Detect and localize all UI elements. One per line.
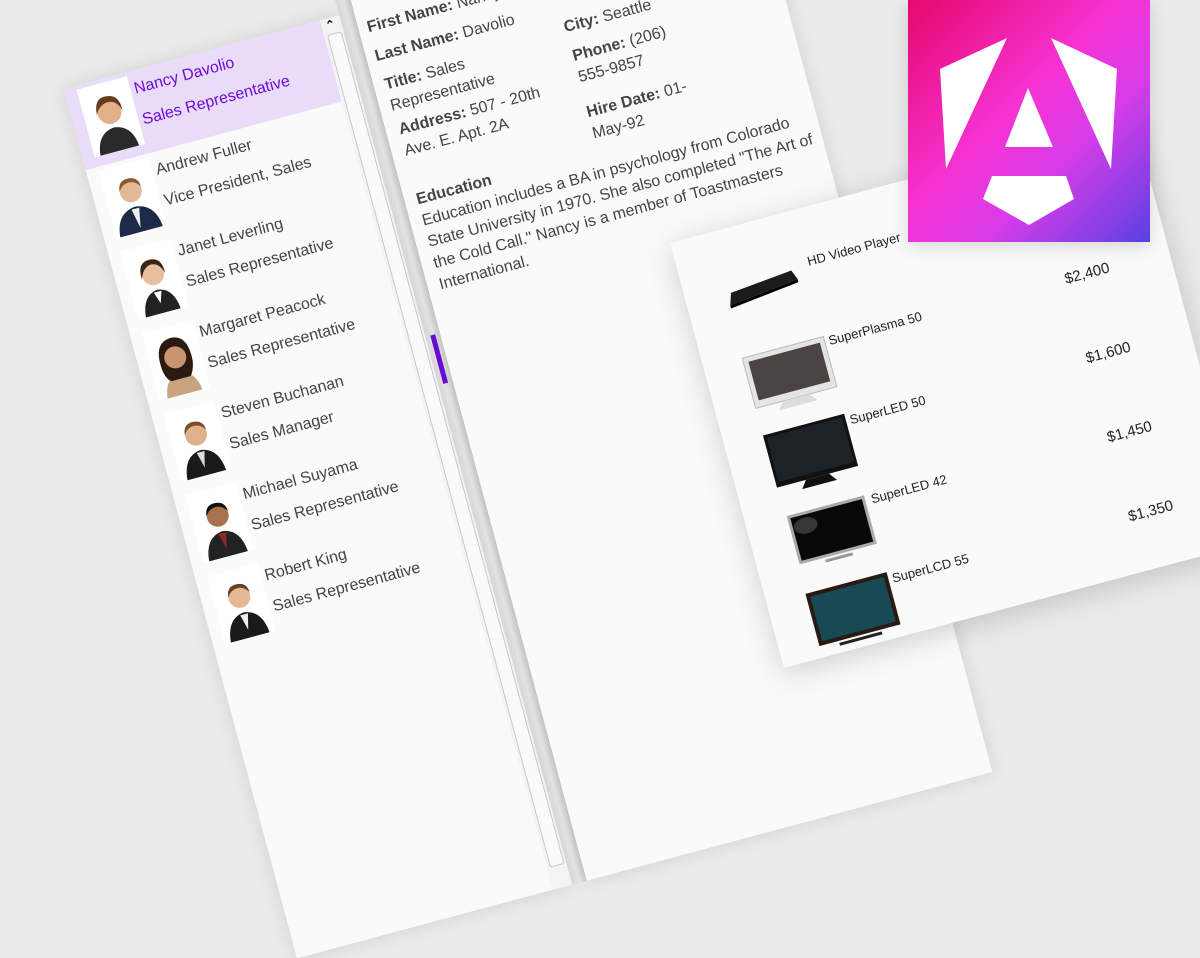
product-name: HD Video Player: [805, 229, 903, 269]
city-label: City:: [562, 10, 601, 37]
chevron-up-icon[interactable]: ⌃: [324, 17, 337, 33]
city-value: Seattle: [600, 0, 654, 26]
video-player-icon: [730, 270, 799, 309]
angular-logo: [908, 0, 1150, 242]
last-name-value: Davolio: [460, 11, 517, 42]
hire-date-label: Hire Date:: [584, 85, 663, 122]
first-name-value: Nancy: [455, 0, 503, 12]
angular-logo-icon: [940, 38, 1117, 225]
